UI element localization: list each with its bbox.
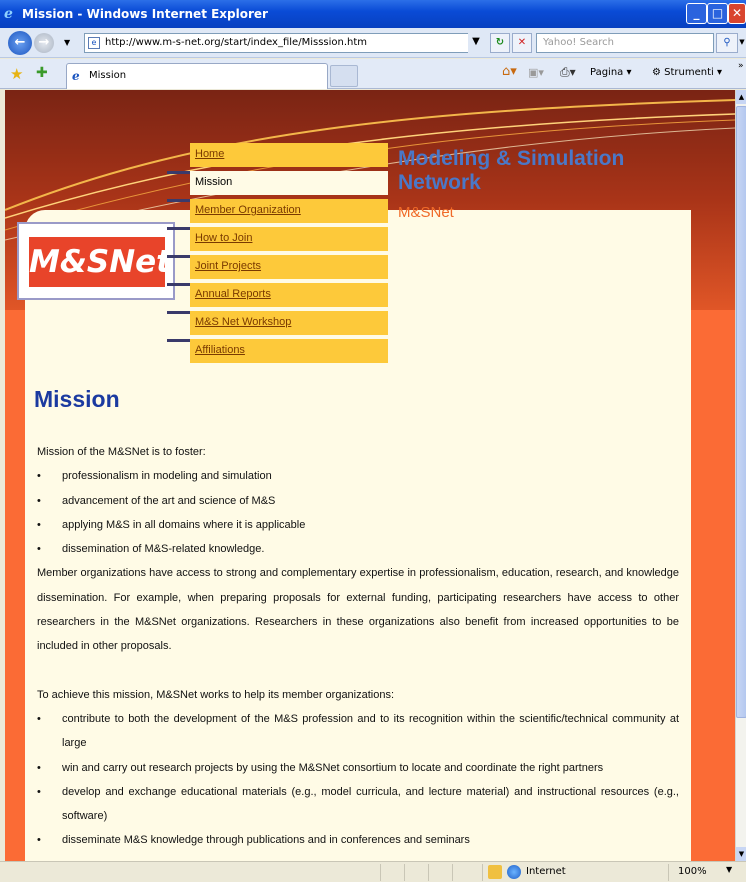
close-button[interactable]: ✕ [728, 3, 746, 24]
list-item: disseminate M&S knowledge through public… [37, 828, 679, 853]
page-viewport: M&SNet Home Mission Member Organization … [5, 90, 735, 861]
tools-menu-button[interactable]: ⚙ Strumenti ▾ [652, 67, 722, 78]
scroll-down-button[interactable]: ▼ [736, 847, 746, 861]
maximize-button[interactable]: □ [707, 3, 728, 24]
nav-how-to-join[interactable]: How to Join [190, 227, 388, 251]
mission-body: Mission of the M&SNet is to foster: prof… [37, 440, 679, 853]
status-divider [482, 864, 483, 881]
list-item: win and carry out research projects by u… [37, 756, 679, 781]
nav-workshop[interactable]: M&S Net Workshop [190, 311, 388, 335]
address-bar[interactable]: e http://www.m-s-net.org/start/index_fil… [84, 33, 484, 53]
tab-label: Mission [89, 70, 127, 81]
list-item: dissemination of M&S-related knowledge. [37, 537, 679, 562]
page-icon: e [88, 37, 100, 49]
print-icon[interactable]: ⎙▾ [560, 65, 576, 80]
page-heading: Mission [34, 386, 120, 412]
chevron-down-icon[interactable]: ▼ [726, 865, 732, 874]
favorites-star-icon[interactable]: ★ [10, 65, 23, 83]
minimize-button[interactable]: _ [686, 3, 707, 24]
ie-tab-icon: e [72, 69, 80, 83]
list-item: develop and exchange educational materia… [37, 780, 679, 829]
status-divider [452, 864, 453, 881]
goals-list: professionalism in modeling and simulati… [37, 464, 679, 561]
address-url: http://www.m-s-net.org/start/index_file/… [105, 37, 368, 48]
chevron-down-icon[interactable]: ▼ [64, 38, 70, 47]
list-item: advancement of the art and science of M&… [37, 489, 679, 514]
toolbar-overflow-icon[interactable]: » [738, 61, 744, 71]
nav-joint-projects[interactable]: Joint Projects [190, 255, 388, 279]
nav-mission[interactable]: Mission [190, 171, 388, 195]
list-item: contribute to both the development of th… [37, 707, 679, 756]
search-options-button[interactable]: ▼ [738, 33, 746, 53]
new-tab-button[interactable] [330, 65, 358, 87]
scroll-up-button[interactable]: ▲ [736, 90, 746, 104]
address-dropdown-button[interactable]: ▼ [468, 33, 484, 53]
feeds-icon[interactable]: ▣▾ [528, 66, 544, 79]
status-divider [668, 864, 669, 881]
vertical-scrollbar[interactable]: ▲ ▼ [735, 90, 746, 861]
status-divider [404, 864, 405, 881]
actions-list: contribute to both the development of th… [37, 707, 679, 853]
achieve-intro: To achieve this mission, M&SNet works to… [37, 688, 395, 701]
scroll-thumb[interactable] [736, 106, 746, 718]
search-button[interactable]: ⚲ [716, 33, 738, 53]
home-icon[interactable]: ⌂▾ [502, 64, 517, 79]
address-toolbar: ← → ▼ e http://www.m-s-net.org/start/ind… [0, 28, 746, 58]
nav-annual-reports[interactable]: Annual Reports [190, 283, 388, 307]
logo-text: M&SNet [29, 244, 171, 280]
member-paragraph: Member organizations have access to stro… [37, 567, 679, 653]
search-input[interactable]: Yahoo! Search [536, 33, 714, 53]
list-item: professionalism in modeling and simulati… [37, 464, 679, 489]
status-divider [428, 864, 429, 881]
add-favorite-icon[interactable]: ✚ [36, 65, 48, 81]
ie-icon: e [4, 6, 13, 22]
tab-toolbar: ★ ✚ e Mission ⌂▾ ▣▾ ⎙▾ Pagina ▾ ⚙ Strume… [0, 59, 746, 89]
security-zone-icon[interactable] [488, 865, 502, 879]
page-menu-button[interactable]: Pagina ▾ [590, 67, 632, 78]
site-title: Modeling & Simulation Network [398, 147, 625, 194]
site-logo: M&SNet [29, 237, 171, 287]
page-menu-label: Pagina [590, 67, 624, 78]
nav-member-organization[interactable]: Member Organization [190, 199, 388, 223]
tab-mission[interactable]: e Mission [66, 63, 328, 89]
status-divider [380, 864, 381, 881]
window-title-bar: e Mission - Windows Internet Explorer _ … [0, 0, 746, 28]
zoom-level[interactable]: 100% [678, 866, 707, 877]
globe-icon [507, 865, 521, 879]
nav-home[interactable]: Home [190, 143, 388, 167]
zone-label: Internet [526, 866, 566, 877]
back-button[interactable]: ← [8, 31, 32, 55]
tools-menu-label: Strumenti [664, 67, 714, 78]
logo-frame: M&SNet [17, 222, 175, 300]
nav-affiliations[interactable]: Affiliations [190, 339, 388, 363]
stop-button[interactable]: ✕ [512, 33, 532, 53]
window-title: Mission - Windows Internet Explorer [22, 7, 268, 21]
intro-text: Mission of the M&SNet is to foster: [37, 446, 206, 458]
status-bar: Internet 100% ▼ [0, 861, 746, 882]
forward-button[interactable]: → [34, 33, 54, 53]
site-subtitle: M&SNet [398, 204, 454, 221]
refresh-button[interactable]: ↻ [490, 33, 510, 53]
list-item: applying M&S in all domains where it is … [37, 513, 679, 538]
